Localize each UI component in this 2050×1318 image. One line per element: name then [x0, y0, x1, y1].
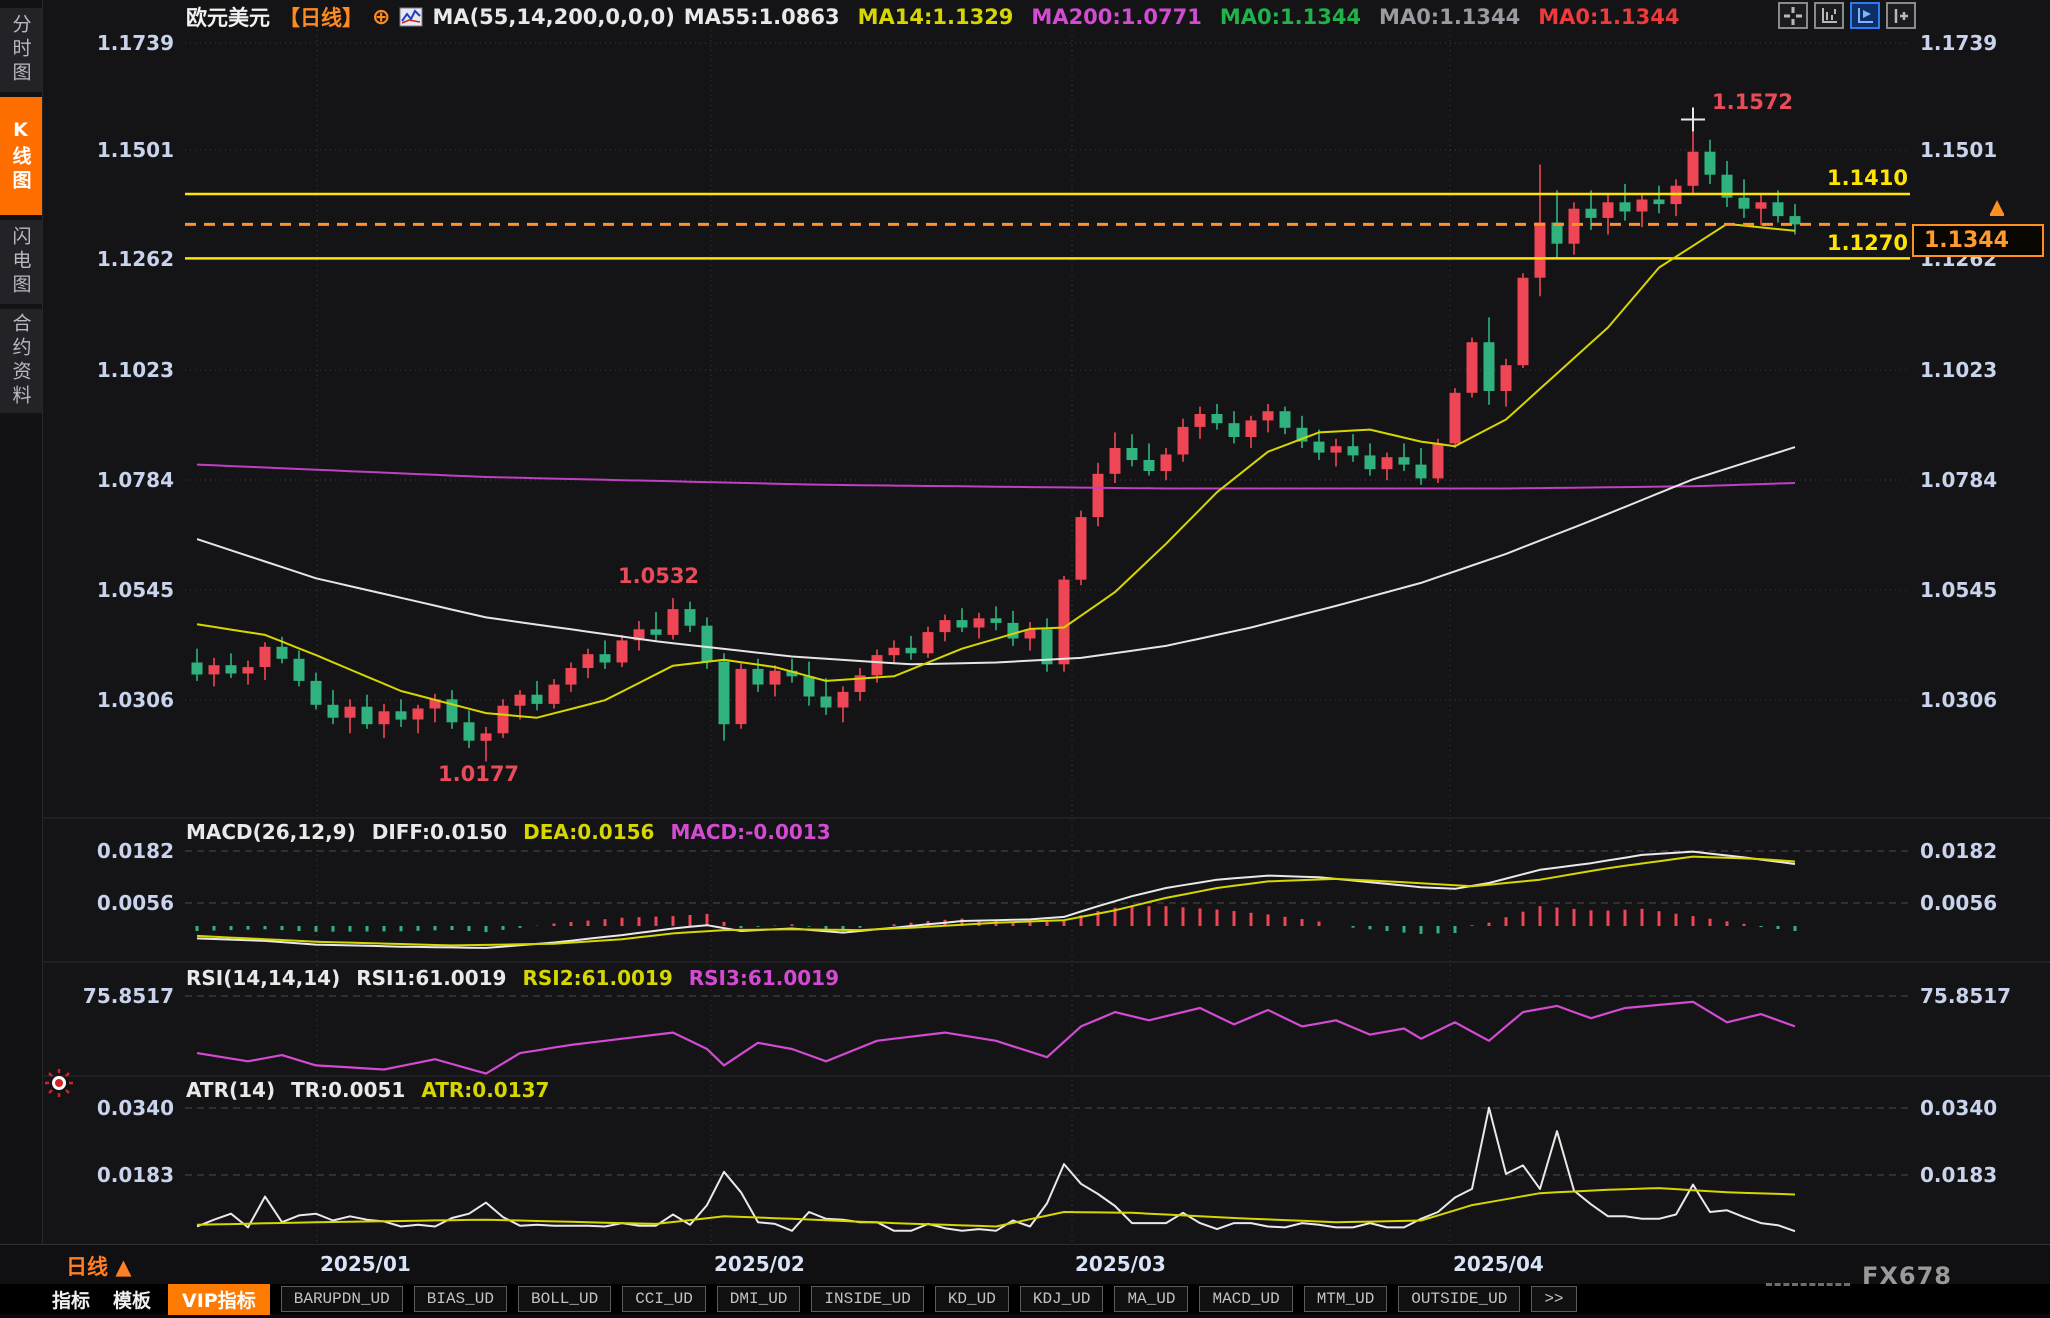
append-panel-icon[interactable] [1886, 2, 1916, 29]
rsi-title: RSI(14,14,14) [186, 966, 340, 990]
ma-values: MA55:1.0863 MA14:1.1329 MA200:1.0771 MA0:1.… [684, 5, 1680, 29]
move-icon[interactable] [1778, 2, 1808, 29]
macd-dea-value: DEA:0.0156 [523, 820, 654, 844]
mini-chart-icon[interactable] [399, 7, 423, 27]
trading-terminal: { "header": { "symbol": "欧元美元", "period"… [0, 0, 2050, 1314]
bottom-tab-more[interactable]: >> [1531, 1286, 1576, 1312]
watermark: FX678 [1862, 1262, 1952, 1290]
period-label: 【日线】 [279, 2, 363, 32]
atr-atr-value: ATR:0.0137 [421, 1078, 549, 1102]
axis-label: 1.1501 [42, 137, 174, 163]
ma-value-5: MA0:1.1344 [1379, 5, 1520, 29]
last-price-tag: 1.1344 [1912, 224, 2044, 257]
ma-value-3: MA200:1.0771 [1031, 5, 1201, 29]
swing-low-label: 1.0177 [438, 762, 519, 786]
axis-label: 1.1739 [42, 30, 174, 56]
date-label: 2025/01 [320, 1252, 411, 1276]
plus-circle-icon[interactable]: ⊕ [372, 5, 390, 30]
bottom-tab-cci_ud[interactable]: CCI_UD [622, 1286, 706, 1312]
axis-label: 75.8517 [1920, 983, 2046, 1009]
axis-label: 1.0784 [42, 467, 174, 493]
axis-label: 0.0182 [1920, 838, 2046, 864]
macd-diff-value: DIFF:0.0150 [372, 820, 507, 844]
resistance-upper-label: 1.1410 [1798, 166, 1908, 190]
rsi2-value: RSI2:61.0019 [522, 966, 672, 990]
chart-header: 欧元美元 【日线】 ⊕ MA(55,14,200,0,0,0) MA55:1.0… [186, 3, 1679, 31]
date-label: 2025/02 [714, 1252, 805, 1276]
rsi-panel-header: RSI(14,14,14) RSI1:61.0019 RSI2:61.0019 … [186, 966, 839, 990]
symbol-name: 欧元美元 [186, 2, 270, 32]
bottom-tab-template[interactable]: 模板 [107, 1286, 157, 1313]
rsi3-value: RSI3:61.0019 [689, 966, 839, 990]
axis-flag-icon-active[interactable] [1850, 2, 1880, 29]
bottom-tab-ma_ud[interactable]: MA_UD [1114, 1286, 1188, 1312]
axis-label: 1.0306 [1920, 687, 2046, 713]
sidebar-tab-3[interactable]: 闪电图 [0, 220, 42, 304]
ma-value-4: MA0:1.1344 [1220, 5, 1361, 29]
axis-label: 1.1023 [42, 357, 174, 383]
chart-type-sidebar: 分时图 K线图闪电图合约资料 [0, 0, 43, 1244]
ma-value-6: MA0:1.1344 [1538, 5, 1679, 29]
bottom-tab-inside_ud[interactable]: INSIDE_UD [811, 1286, 923, 1312]
ma-value-1: MA55:1.0863 [684, 5, 840, 29]
atr-tr-value: TR:0.0051 [291, 1078, 405, 1102]
bottom-tab-macd_ud[interactable]: MACD_UD [1199, 1286, 1292, 1312]
peak-high-label: 1.1572 [1712, 90, 1793, 114]
up-arrow-marker: ▲ [1990, 200, 2004, 216]
atr-panel-header: ATR(14) TR:0.0051 ATR:0.0137 [186, 1078, 549, 1102]
timeline-row: 日线 ▲ 2025/01 2025/02 2025/03 2025/04 [0, 1244, 2050, 1285]
watermark-dash [1766, 1283, 1850, 1286]
axis-label: 0.0340 [1920, 1095, 2046, 1121]
axis-label: 0.0056 [1920, 890, 2046, 916]
axis-label: 1.1739 [1920, 30, 2046, 56]
chart-toolbar [1778, 2, 1916, 29]
axis-chart-icon[interactable] [1814, 2, 1844, 29]
date-label: 2025/03 [1075, 1252, 1166, 1276]
atr-title: ATR(14) [186, 1078, 275, 1102]
axis-label: 1.0545 [42, 577, 174, 603]
axis-label: 1.0545 [1920, 577, 2046, 603]
sidebar-tab-1[interactable]: 分时图 [0, 8, 42, 92]
bottom-tab-kd_ud[interactable]: KD_UD [935, 1286, 1009, 1312]
bottom-tab-dmi_ud[interactable]: DMI_UD [717, 1286, 801, 1312]
bottom-tab-mtm_ud[interactable]: MTM_UD [1304, 1286, 1388, 1312]
bottom-tab-bias_ud[interactable]: BIAS_UD [414, 1286, 507, 1312]
axis-label: 1.1023 [1920, 357, 2046, 383]
axis-label: 0.0056 [42, 890, 174, 916]
period-up-triangle-icon: ▲ [115, 1255, 131, 1279]
axis-label: 1.1262 [42, 246, 174, 272]
ma-value-2: MA14:1.1329 [858, 5, 1014, 29]
macd-title: MACD(26,12,9) [186, 820, 356, 844]
period-selector[interactable]: 日线 ▲ [66, 1251, 131, 1281]
axis-label: 0.0183 [42, 1162, 174, 1188]
axis-label: 75.8517 [42, 983, 174, 1009]
axis-label: 0.0183 [1920, 1162, 2046, 1188]
rsi1-value: RSI1:61.0019 [356, 966, 506, 990]
bottom-tab-outside_ud[interactable]: OUTSIDE_UD [1398, 1286, 1520, 1312]
date-label: 2025/04 [1453, 1252, 1544, 1276]
resistance-lower-label: 1.1270 [1798, 231, 1908, 255]
candlestick-chart[interactable] [0, 0, 2050, 1318]
bottom-tab-barupdn_ud[interactable]: BARUPDN_UD [281, 1286, 403, 1312]
indicator-tab-bar: 指标模板 VIP指标 BARUPDN_UD BIAS_UD BOLL_UD CCI_UD D… [0, 1284, 2050, 1314]
bottom-tab-boll_ud[interactable]: BOLL_UD [518, 1286, 611, 1312]
axis-label: 1.1501 [1920, 137, 2046, 163]
sidebar-tab-2[interactable]: K线图 [0, 97, 42, 215]
swing-high-label: 1.0532 [618, 564, 699, 588]
sidebar-tab-4[interactable]: 合约资料 [0, 309, 42, 413]
bottom-tab-indicator[interactable]: 指标 [46, 1286, 96, 1313]
axis-label: 0.0182 [42, 838, 174, 864]
bottom-tab-vip-active[interactable]: VIP指标 [168, 1284, 270, 1315]
axis-label: 1.0784 [1920, 467, 2046, 493]
macd-panel-header: MACD(26,12,9) DIFF:0.0150 DEA:0.0156 MAC… [186, 820, 831, 844]
axis-label: 1.0306 [42, 687, 174, 713]
ma-settings: MA(55,14,200,0,0,0) [432, 5, 674, 29]
bottom-tab-kdj_ud[interactable]: KDJ_UD [1020, 1286, 1104, 1312]
macd-macd-value: MACD:-0.0013 [670, 820, 830, 844]
alarm-sun-icon[interactable] [44, 1068, 74, 1102]
